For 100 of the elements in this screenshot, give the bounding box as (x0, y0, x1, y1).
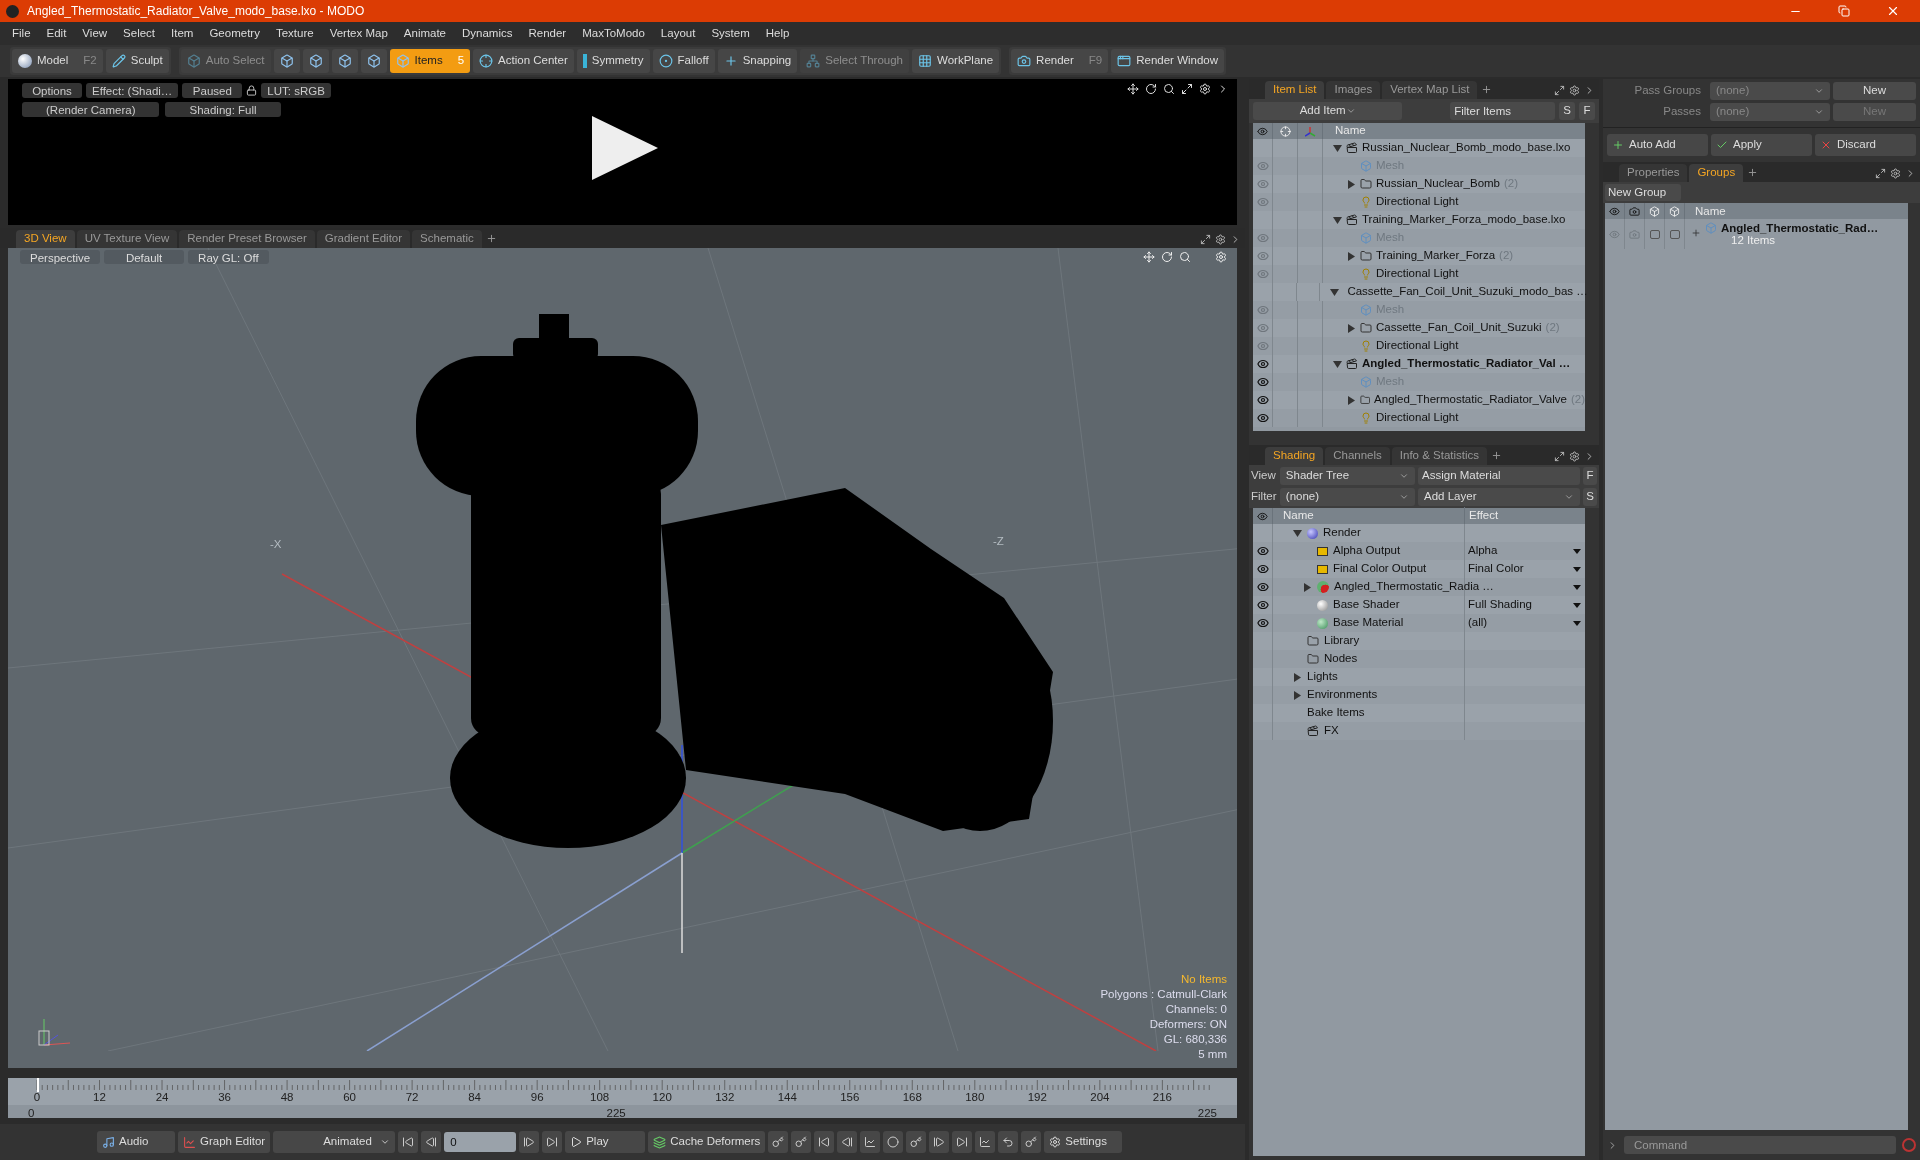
add-tab-icon[interactable] (485, 233, 497, 244)
panel-tab[interactable]: Vertex Map List (1382, 81, 1478, 99)
item-name[interactable]: Cassette_Fan_Coil_Unit_Suzuki (1376, 319, 1542, 337)
add-tab-icon[interactable] (1747, 167, 1759, 178)
expand-arrow-icon[interactable] (1293, 690, 1302, 700)
panel-tab[interactable]: Render Preset Browser (179, 230, 315, 248)
expand-arrow-icon[interactable] (1303, 582, 1312, 592)
shader-item-name[interactable]: Library (1324, 632, 1360, 650)
toolbar-button[interactable]: Render F9 (1011, 49, 1109, 73)
key-button[interactable] (768, 1131, 789, 1153)
expand-arrow-icon[interactable] (1330, 287, 1340, 297)
toolbar-button[interactable] (273, 49, 300, 73)
expand-arrow-icon[interactable] (1347, 179, 1356, 189)
shader-item-name[interactable]: Base Shader (1333, 596, 1400, 614)
dropdown-arrow-icon[interactable] (1573, 602, 1581, 608)
menu-item[interactable]: Item (163, 24, 202, 43)
panel-tab[interactable]: UV Texture View (76, 230, 178, 248)
viewport-button[interactable]: Ray GL: Off (188, 250, 269, 264)
filter-key-button[interactable]: F (1583, 467, 1597, 485)
add-layer-dropdown[interactable]: Add Layer (1418, 488, 1581, 506)
key-button[interactable] (906, 1131, 927, 1153)
dropdown-arrow-icon[interactable] (1573, 548, 1581, 554)
dropdown-arrow-icon[interactable] (1573, 584, 1581, 590)
group-action-button[interactable]: Apply (1711, 134, 1812, 156)
step-forward-button[interactable] (929, 1131, 950, 1153)
expand-arrow-icon[interactable] (1293, 528, 1302, 538)
filter-key-button[interactable]: F (1579, 102, 1595, 120)
toolbar-button[interactable]: Snapping (717, 49, 798, 73)
add-item-dropdown[interactable]: Add Item (1253, 102, 1403, 120)
audio-button[interactable]: Audio (97, 1131, 175, 1153)
shader-item-name[interactable]: Final Color Output (1333, 560, 1427, 578)
expand-arrow-icon[interactable] (1333, 359, 1342, 369)
play-button[interactable]: Play (565, 1131, 646, 1153)
zoom-icon[interactable] (1163, 83, 1175, 95)
key-button[interactable] (791, 1131, 812, 1153)
panel-tab[interactable]: Channels (1325, 447, 1390, 465)
add-tab-icon[interactable] (1481, 84, 1493, 95)
settings-icon[interactable] (1199, 83, 1211, 95)
move-icon[interactable] (1127, 83, 1139, 95)
maximize-icon[interactable] (1181, 83, 1193, 95)
filter-dropdown[interactable]: (none) (1279, 488, 1416, 506)
checkbox[interactable] (1649, 229, 1660, 239)
menu-item[interactable]: Select (115, 24, 164, 43)
toolbar-button[interactable]: Symmetry (576, 49, 650, 73)
toolbar-button[interactable] (302, 49, 329, 73)
preview-button[interactable]: LUT: sRGB (261, 83, 331, 98)
expand-arrow-icon[interactable] (1346, 395, 1356, 405)
step-back-button[interactable] (421, 1131, 442, 1153)
toolbar-button[interactable]: Sculpt (105, 49, 169, 73)
menu-item[interactable]: Layout (652, 24, 704, 43)
settings-icon[interactable] (1569, 451, 1580, 462)
menu-item[interactable]: Render (520, 24, 575, 43)
expand-arrow-icon[interactable] (1293, 672, 1302, 682)
close-icon[interactable] (1886, 4, 1900, 18)
preview-button[interactable]: (Render Camera) (22, 102, 160, 117)
item-name[interactable]: Angled_Thermostatic_Radiator_Valve (1374, 391, 1567, 409)
shader-item-name[interactable]: Lights (1307, 668, 1338, 686)
expand-arrow-icon[interactable] (1333, 143, 1342, 153)
step-forward-button[interactable] (519, 1131, 540, 1153)
viewport-button[interactable]: Default (104, 250, 185, 264)
expand-arrow-icon[interactable] (1333, 215, 1342, 225)
shader-item-name[interactable]: Bake Items (1307, 704, 1365, 722)
new-button[interactable]: New (1833, 82, 1916, 100)
eye-icon[interactable] (1256, 617, 1269, 629)
menu-item[interactable]: File (4, 24, 39, 43)
maximize-icon[interactable] (1554, 451, 1565, 462)
timeline-ruler[interactable]: 0 12 24 36 48 60 72 84 96 108 120 132 144 156 168 180 192 204 216 0 225 225 (8, 1078, 1237, 1118)
settings-icon[interactable] (1215, 234, 1226, 245)
toolbar-button[interactable] (331, 49, 358, 73)
toolbar-button[interactable] (360, 49, 387, 73)
filter-field[interactable]: Filter Items (1450, 102, 1556, 120)
shader-item-name[interactable]: FX (1324, 722, 1339, 740)
key-button[interactable] (1021, 1131, 1042, 1153)
graph-editor-button[interactable]: Graph Editor (178, 1131, 271, 1153)
shader-item-name[interactable]: Alpha Output (1333, 542, 1401, 560)
record-button[interactable] (883, 1131, 904, 1153)
add-tab-icon[interactable] (1491, 450, 1503, 461)
toolbar-button[interactable]: Falloff (652, 49, 715, 73)
shader-item-name[interactable]: Nodes (1324, 650, 1358, 668)
eye-icon[interactable] (1256, 412, 1269, 424)
undo-button[interactable] (998, 1131, 1019, 1153)
settings-icon[interactable] (1890, 168, 1901, 179)
toolbar-button[interactable]: Model F2 (12, 49, 103, 73)
panel-tab[interactable]: Shading (1265, 447, 1324, 465)
frame-field[interactable]: 0 (444, 1132, 517, 1152)
menu-item[interactable]: Edit (38, 24, 75, 43)
menu-item[interactable]: Texture (267, 24, 322, 43)
toolbar-button[interactable]: Items 5 (389, 49, 471, 73)
menu-item[interactable]: MaxToModo (574, 24, 653, 43)
viewport-button[interactable]: Perspective (20, 250, 101, 264)
item-name[interactable]: Cassette_Fan_Coil_Unit_Suzuki_modo_bas … (1347, 283, 1588, 301)
menu-item[interactable]: Vertex Map (321, 24, 396, 43)
filter-key-button[interactable]: S (1559, 102, 1576, 120)
expand-arrow-icon[interactable] (1347, 323, 1356, 333)
item-name[interactable]: Russian_Nuclear_Bomb (1376, 175, 1500, 193)
toolbar-button[interactable]: Action Center (473, 49, 574, 73)
menu-item[interactable]: Dynamics (454, 24, 521, 43)
eye-icon[interactable] (1256, 563, 1269, 575)
settings-icon[interactable] (1569, 85, 1580, 96)
preview-button[interactable]: Effect: (Shadi… (86, 83, 179, 98)
